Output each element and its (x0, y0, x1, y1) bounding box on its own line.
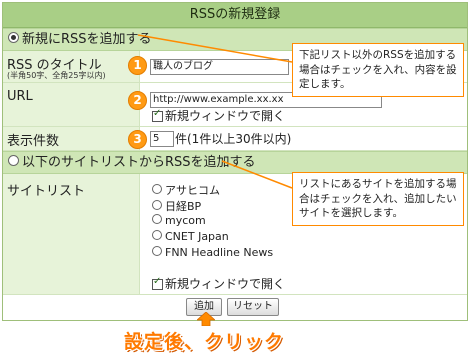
callout-line-site-list (221, 160, 293, 189)
callout-new-rss: 下記リスト以外のRSSを追加する場合はチェックを入れ、内容を設定します。 (292, 43, 464, 97)
instruction-caption: 設定後、クリック (124, 331, 285, 353)
callout-site-list: リストにあるサイトを追加する場合はチェックを入れ、追加したいサイトを選択します。 (292, 172, 464, 226)
callout-line-new-rss (137, 34, 293, 63)
up-arrow-icon (197, 312, 215, 326)
